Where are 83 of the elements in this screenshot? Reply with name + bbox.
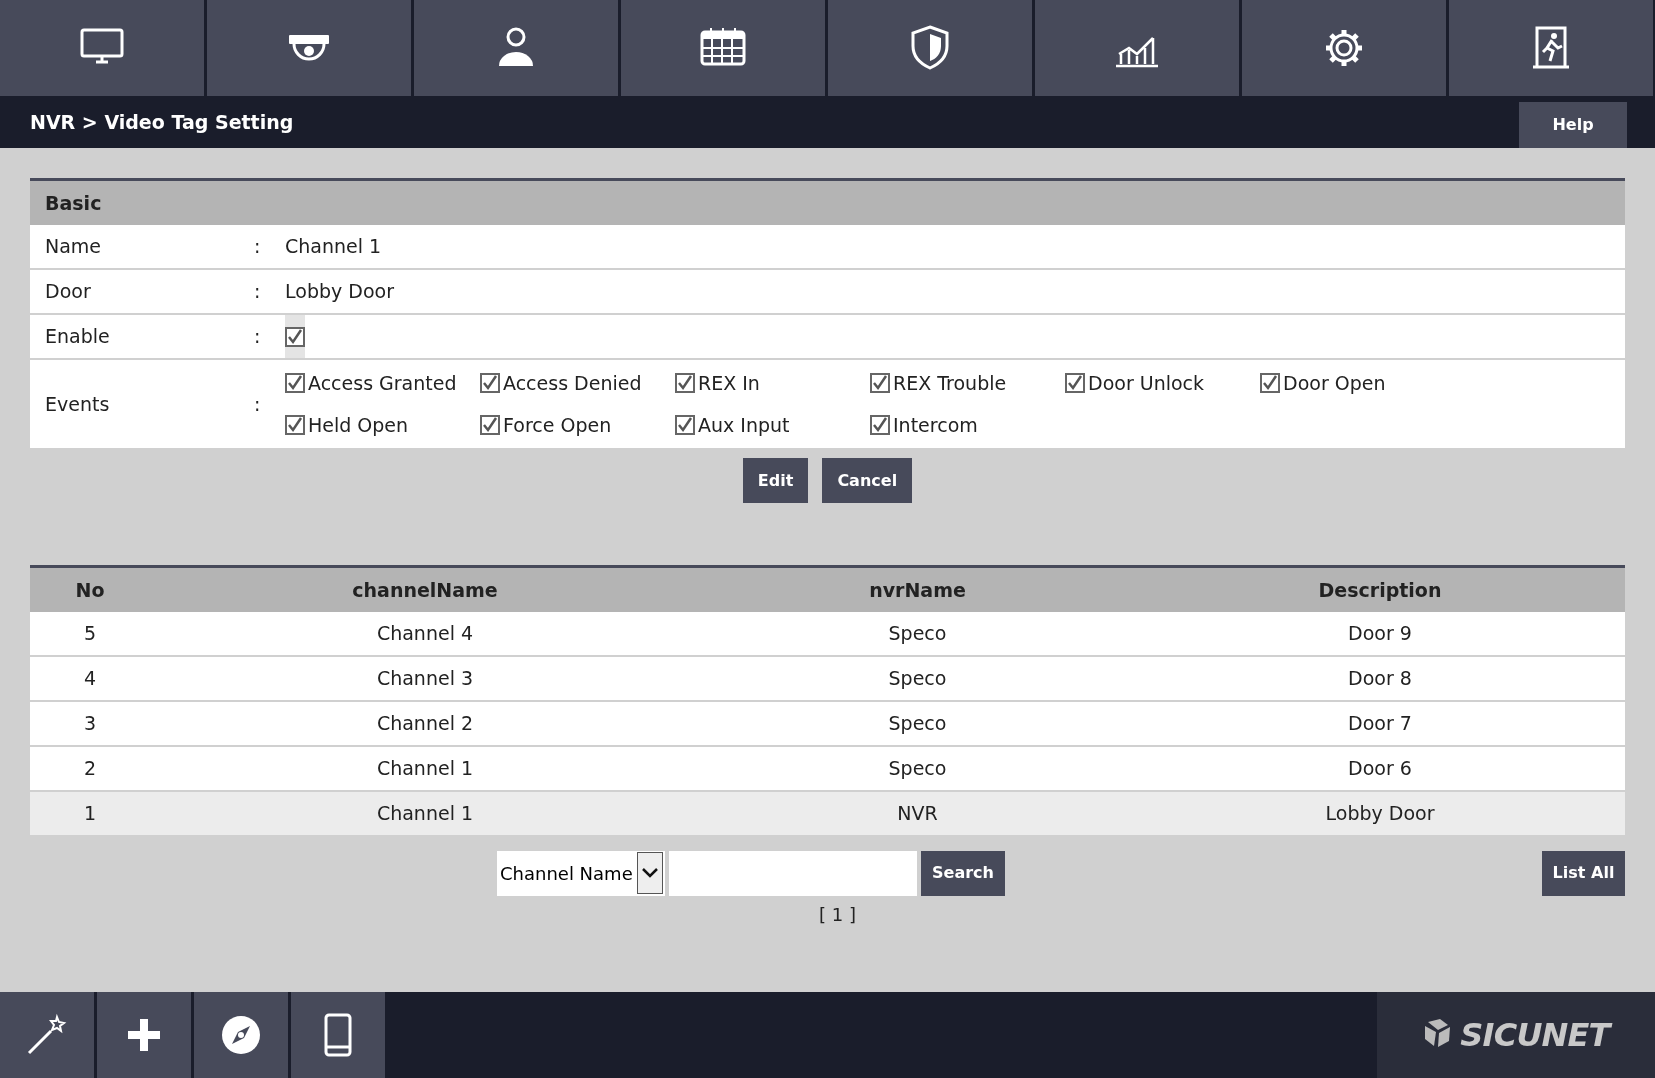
field-value: Channel 1 xyxy=(285,235,382,258)
table-cell-text: Channel 1 xyxy=(375,756,475,782)
table-cell-text: Door 7 xyxy=(1347,711,1413,737)
pagination[interactable]: [ 1 ] xyxy=(819,901,856,928)
checkbox-label: Force Open xyxy=(503,412,612,438)
checkbox-label: Access Granted xyxy=(308,370,457,396)
checkbox[interactable] xyxy=(1260,373,1280,393)
checkbox[interactable] xyxy=(285,326,305,347)
exit-door-button[interactable] xyxy=(1449,0,1653,96)
column-header[interactable]: No xyxy=(30,575,150,605)
table-row[interactable]: 1 Channel 1 NVR Lobby Door xyxy=(30,792,1625,835)
checkbox[interactable] xyxy=(1065,373,1085,393)
shield-button[interactable] xyxy=(828,0,1032,96)
checkbox[interactable] xyxy=(675,415,695,435)
checkbox[interactable] xyxy=(870,415,890,435)
column-header[interactable]: channelName xyxy=(150,575,700,605)
chevron-down-icon xyxy=(642,868,658,878)
checkbox[interactable] xyxy=(870,373,890,393)
table-cell-text: 1 xyxy=(82,801,98,827)
help-button[interactable]: Help xyxy=(1519,102,1627,148)
table-cell-text: Speco xyxy=(887,666,948,692)
checkbox-label: Intercom xyxy=(893,412,978,438)
checkbox-label: Door Open xyxy=(1283,370,1386,396)
field-label: Name xyxy=(44,234,103,260)
table-cell-text: Channel 3 xyxy=(375,666,475,692)
checkbox-label: Access Denied xyxy=(503,370,642,396)
dome-camera-icon xyxy=(287,33,331,63)
tablet-button[interactable] xyxy=(291,992,385,1078)
checkbox-label: REX In xyxy=(698,370,760,396)
list-all-button[interactable]: List All xyxy=(1542,850,1625,896)
plus-button[interactable] xyxy=(97,992,191,1078)
checkbox-label: Held Open xyxy=(308,412,409,438)
user-button[interactable] xyxy=(414,0,618,96)
table-cell-text: Lobby Door xyxy=(1324,801,1436,827)
table-cell-text: Door 8 xyxy=(1347,666,1413,692)
table-cell-text: 2 xyxy=(82,756,98,782)
separator: : xyxy=(254,391,262,417)
breadcrumb: NVR > Video Tag Setting xyxy=(30,109,294,135)
calendar-button[interactable] xyxy=(621,0,825,96)
magic-wand-button[interactable] xyxy=(0,992,94,1078)
table-cell-text: Channel 4 xyxy=(375,621,475,647)
table-cell-text: Door 9 xyxy=(1347,621,1413,647)
table-row[interactable]: 4 Channel 3 Speco Door 8 xyxy=(30,657,1625,700)
checkbox[interactable] xyxy=(285,373,305,393)
checkbox-label: Door Unlock xyxy=(1088,370,1205,396)
column-header[interactable]: nvrName xyxy=(700,575,1135,605)
cancel-button[interactable]: Cancel xyxy=(822,458,913,503)
table-cell-text: 5 xyxy=(82,621,98,647)
checkbox-label: Aux Input xyxy=(698,412,790,438)
field-label: Events xyxy=(44,391,111,417)
field-label: Door xyxy=(44,279,92,305)
table-row[interactable]: 3 Channel 2 Speco Door 7 xyxy=(30,702,1625,745)
table-cell-text: Channel 2 xyxy=(375,711,475,737)
table-row[interactable]: 5 Channel 4 Speco Door 9 xyxy=(30,612,1625,655)
table-cell-text: 3 xyxy=(82,711,98,737)
edit-button[interactable]: Edit xyxy=(742,458,809,503)
table-cell-text: Door 6 xyxy=(1347,756,1413,782)
table-cell-text: Channel 1 xyxy=(375,801,475,827)
table-row[interactable]: 2 Channel 1 Speco Door 6 xyxy=(30,747,1625,790)
checkbox[interactable] xyxy=(285,415,305,435)
dome-camera-button[interactable] xyxy=(207,0,411,96)
checkbox[interactable] xyxy=(480,373,500,393)
separator: : xyxy=(254,234,262,260)
table-cell-text: Speco xyxy=(887,711,948,737)
compass-button[interactable] xyxy=(194,992,288,1078)
monitor-button[interactable] xyxy=(0,0,204,96)
field-label: Enable xyxy=(44,324,111,350)
checkbox-label: REX Trouble xyxy=(893,370,1007,396)
table-cell-text: Speco xyxy=(887,621,948,647)
separator: : xyxy=(254,324,262,350)
table-cell-text: NVR xyxy=(896,801,939,827)
separator: : xyxy=(254,279,262,305)
search-field[interactable] xyxy=(669,850,917,896)
checkbox[interactable] xyxy=(480,415,500,435)
filter-dropdown[interactable]: Channel Name xyxy=(497,850,665,896)
section-title: Basic xyxy=(45,190,102,216)
column-header[interactable]: Description xyxy=(1135,575,1625,605)
checkbox[interactable] xyxy=(675,373,695,393)
field-value: Lobby Door xyxy=(285,280,394,303)
table-cell-text: 4 xyxy=(82,666,98,692)
settings-button[interactable] xyxy=(1242,0,1446,96)
table-cell-text: Speco xyxy=(887,756,948,782)
search-button[interactable]: Search xyxy=(921,850,1005,896)
